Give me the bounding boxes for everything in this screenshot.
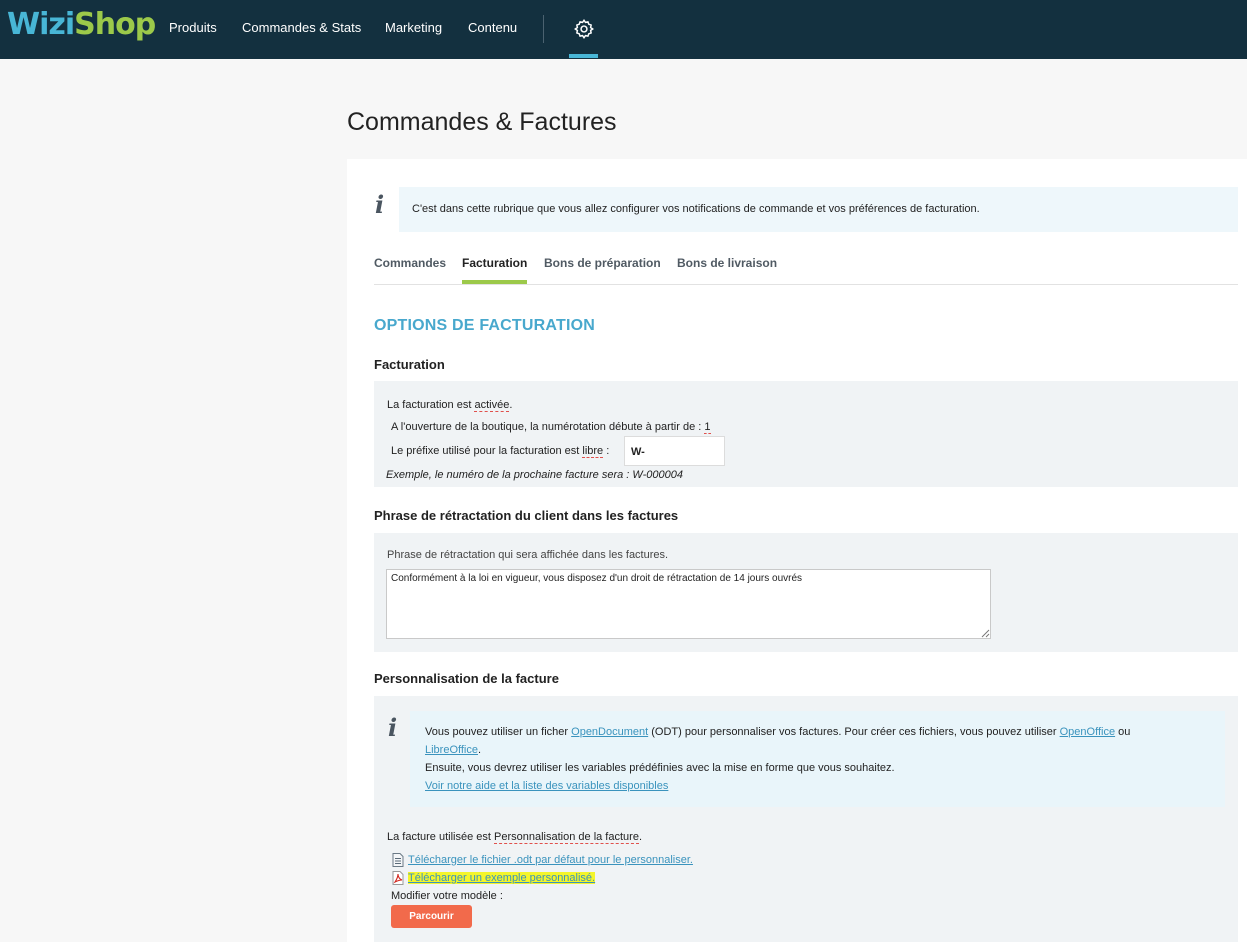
- info-line-3: Ensuite, vous devrez utiliser les variab…: [425, 762, 895, 774]
- info-line-2-end: .: [478, 744, 482, 756]
- retractation-textarea[interactable]: Conformément à la loi en vigueur, vous d…: [386, 569, 991, 639]
- numbering-text: A l'ouverture de la boutique, la numérot…: [391, 421, 705, 433]
- nav-item-produits[interactable]: Produits: [169, 20, 217, 35]
- modify-template-label: Modifier votre modèle :: [391, 890, 503, 902]
- resize-grip-icon[interactable]: [981, 629, 990, 638]
- logo-part1: Wizi: [7, 7, 75, 42]
- facturation-status: La facturation est activée.: [387, 399, 513, 412]
- section-title: OPTIONS DE FACTURATION: [374, 317, 595, 334]
- tab-bons-de-livraison[interactable]: Bons de livraison: [677, 256, 777, 270]
- nav-item-contenu[interactable]: Contenu: [468, 20, 517, 35]
- nav-divider: [543, 15, 544, 43]
- wizishop-logo[interactable]: WiziShop: [7, 7, 156, 42]
- logo-part2: Shop: [74, 7, 156, 42]
- info-icon: i: [375, 190, 385, 219]
- intro-info-box: C'est dans cette rubrique que vous allez…: [399, 187, 1238, 232]
- browse-button[interactable]: Parcourir: [391, 905, 472, 928]
- tab-commandes[interactable]: Commandes: [374, 256, 446, 270]
- prefix-mode: libre: [582, 445, 604, 458]
- status-value: activée: [474, 399, 510, 412]
- openoffice-link[interactable]: OpenOffice: [1060, 726, 1115, 738]
- used-invoice-line: La facture utilisée est Personnalisation…: [387, 831, 643, 844]
- download-odt-link[interactable]: Télécharger le fichier .odt par défaut p…: [408, 854, 693, 866]
- used-value: Personnalisation de la facture: [494, 831, 639, 844]
- used-prefix: La facture utilisée est: [387, 831, 495, 843]
- status-prefix: La facturation est: [387, 399, 475, 411]
- page-title: Commandes & Factures: [347, 108, 617, 136]
- prefix-text-after: :: [603, 445, 610, 457]
- nav-item-commandes-stats[interactable]: Commandes & Stats: [242, 20, 361, 35]
- download-example-link[interactable]: Télécharger un exemple personnalisé.: [408, 872, 596, 884]
- pdf-file-icon: [392, 871, 404, 885]
- help-variables-link[interactable]: Voir notre aide et la liste des variable…: [425, 780, 668, 792]
- invoice-example: Exemple, le numéro de la prochaine factu…: [386, 469, 683, 481]
- odt-file-icon: [392, 853, 404, 867]
- prefix-text-before: Le préfixe utilisé pour la facturation e…: [391, 445, 583, 457]
- info-line-1: Vous pouvez utiliser un ficher OpenDocum…: [425, 726, 1130, 738]
- opendocument-link[interactable]: OpenDocument: [571, 726, 648, 738]
- tab-facturation[interactable]: Facturation: [462, 256, 527, 270]
- personnalisation-heading: Personnalisation de la facture: [374, 671, 559, 686]
- retractation-heading: Phrase de rétractation du client dans le…: [374, 508, 679, 523]
- numbering-line: A l'ouverture de la boutique, la numérot…: [391, 421, 711, 434]
- info-line-2: LibreOffice.: [425, 744, 481, 756]
- tabs-divider: [374, 284, 1238, 285]
- nav-item-marketing[interactable]: Marketing: [385, 20, 442, 35]
- numbering-value: 1: [704, 421, 711, 434]
- status-suffix: .: [509, 399, 513, 411]
- info-icon: i: [388, 713, 398, 742]
- libreoffice-link[interactable]: LibreOffice: [425, 744, 478, 756]
- info-line-1c: ou: [1115, 726, 1131, 738]
- settings-active-indicator: [569, 54, 598, 58]
- facturation-heading: Facturation: [374, 357, 445, 372]
- info-line-1b: (ODT) pour personnaliser vos factures. P…: [648, 726, 1060, 738]
- used-suffix: .: [638, 831, 643, 843]
- retractation-label: Phrase de rétractation qui sera affichée…: [387, 549, 669, 561]
- tab-bons-de-preparation[interactable]: Bons de préparation: [544, 256, 661, 270]
- prefix-input[interactable]: W-: [624, 436, 725, 466]
- intro-text: C'est dans cette rubrique que vous allez…: [412, 203, 980, 215]
- prefix-line: Le préfixe utilisé pour la facturation e…: [391, 445, 610, 458]
- info-line-1a: Vous pouvez utiliser un ficher: [425, 726, 572, 738]
- gear-icon[interactable]: [570, 15, 598, 43]
- top-navigation-bar: WiziShop Produits Commandes & Stats Mark…: [0, 0, 1247, 59]
